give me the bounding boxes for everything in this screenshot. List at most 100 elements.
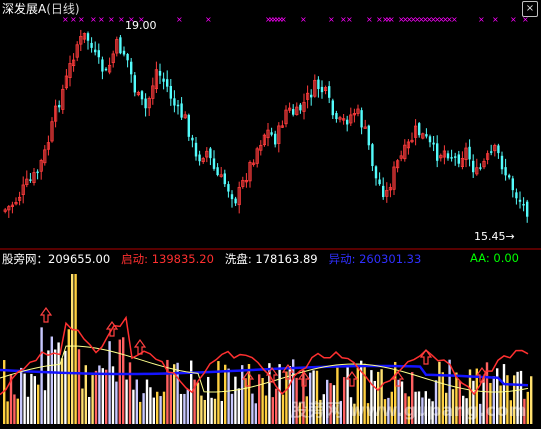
indicator-bar bbox=[91, 375, 94, 424]
candle-body-down bbox=[331, 100, 334, 116]
indicator-bar bbox=[139, 401, 142, 424]
indicator-bar bbox=[54, 349, 57, 424]
candle-body-down bbox=[212, 158, 216, 169]
indicator-bar bbox=[26, 396, 30, 424]
candle-body-down bbox=[292, 109, 295, 115]
candle-body-down bbox=[187, 114, 190, 137]
indicator-bar bbox=[179, 393, 183, 424]
candle-body-down bbox=[97, 50, 100, 58]
signal-marker: × bbox=[108, 15, 115, 24]
signal-marker: × bbox=[90, 15, 97, 24]
candle-body-down bbox=[223, 173, 226, 185]
candle-body-down bbox=[446, 153, 450, 159]
indicator-bar bbox=[237, 388, 240, 424]
indicator-bar bbox=[162, 391, 166, 424]
signal-marker: × bbox=[118, 15, 125, 24]
signal-marker: × bbox=[366, 15, 373, 24]
indicator-bar bbox=[281, 394, 285, 424]
indicator-bar bbox=[23, 373, 26, 424]
candle-body-down bbox=[299, 104, 302, 111]
indicator-bar bbox=[43, 390, 47, 424]
candle-body-down bbox=[101, 59, 104, 72]
indicator-bar bbox=[152, 397, 155, 424]
wash-label: 洗盘: bbox=[224, 252, 252, 266]
indicator-bar bbox=[64, 350, 67, 424]
candle-body-down bbox=[270, 132, 273, 135]
indicator-bar bbox=[47, 350, 50, 424]
candle-body-down bbox=[346, 119, 349, 125]
indicator-legend: 股旁网：209655.00 启动: 139835.20 洗盘: 178163.8… bbox=[2, 251, 421, 267]
candle-body-down bbox=[29, 179, 32, 181]
candle-body-down bbox=[209, 148, 212, 159]
candle-body-down bbox=[432, 142, 435, 145]
stock-chart: × × × × × × × × × × × ×××××× × × × × × × ××× ××××××××××××××… bbox=[0, 15, 541, 424]
candle-body-down bbox=[508, 175, 511, 178]
indicator-bar bbox=[210, 397, 213, 424]
indicator-bar bbox=[6, 401, 9, 424]
candle-body-down bbox=[94, 49, 97, 53]
indicator-bar bbox=[81, 388, 84, 424]
candle-body-down bbox=[58, 105, 61, 108]
indicator-bar bbox=[60, 358, 64, 424]
indicator-bar bbox=[128, 362, 132, 424]
indicator-bar bbox=[220, 400, 223, 424]
candle-body-down bbox=[126, 54, 129, 61]
signal-marker: × bbox=[280, 15, 287, 24]
candle-body-down bbox=[194, 142, 198, 157]
indicator-bar bbox=[241, 365, 244, 424]
candlesticks bbox=[3, 29, 529, 223]
indicator-bar bbox=[115, 381, 118, 424]
candle-body-down bbox=[122, 50, 126, 55]
candle-body-down bbox=[104, 68, 108, 71]
candle-body-down bbox=[216, 167, 219, 176]
indicator-bar bbox=[74, 274, 77, 424]
candle-body-down bbox=[335, 113, 338, 120]
indicator-bar bbox=[16, 398, 19, 424]
indicator-bar bbox=[261, 378, 264, 424]
high-price-label: 19.00 bbox=[125, 19, 157, 32]
signal-marker: × bbox=[492, 15, 499, 24]
candle-body-down bbox=[511, 178, 514, 191]
signal-marker: × bbox=[522, 15, 529, 24]
indicator-bar bbox=[94, 370, 98, 424]
move-value: 260301.33 bbox=[359, 252, 422, 266]
candle-body-down bbox=[515, 192, 518, 199]
indicator-bar bbox=[200, 395, 203, 424]
candle-body-down bbox=[158, 70, 162, 76]
candle-body-down bbox=[518, 199, 522, 202]
low-price-label: 15.45→ bbox=[474, 230, 515, 243]
indicator-bar bbox=[271, 397, 274, 424]
indicator-bar bbox=[213, 398, 217, 424]
signal-marker: × bbox=[78, 15, 85, 24]
candle-body-down bbox=[173, 98, 176, 106]
candle-body-down bbox=[198, 154, 201, 162]
candle-body-down bbox=[162, 78, 165, 82]
indicator-bar bbox=[254, 403, 257, 424]
indicator-bar bbox=[230, 393, 234, 424]
candle-body-down bbox=[526, 201, 529, 217]
candle-body-down bbox=[374, 166, 378, 179]
indicator-bar bbox=[71, 274, 74, 424]
watermark: 股旁网 www.gupang.com bbox=[290, 401, 527, 421]
indicator-bar bbox=[530, 376, 533, 424]
indicator-bar bbox=[37, 384, 40, 424]
indicator-bar bbox=[13, 394, 16, 424]
wash-value: 178163.89 bbox=[255, 252, 318, 266]
indicator-bar bbox=[108, 341, 111, 424]
indicator-bar bbox=[156, 391, 159, 424]
indicator-bar bbox=[234, 376, 237, 424]
signal-marker: × bbox=[451, 15, 458, 24]
candle-body-down bbox=[378, 179, 381, 185]
indicator-bar bbox=[149, 387, 152, 424]
indicator-bar bbox=[118, 339, 121, 424]
signal-marker: × bbox=[478, 15, 485, 24]
indicator-bar bbox=[264, 395, 268, 424]
arrow-icon: → bbox=[505, 230, 515, 243]
candle-body-down bbox=[504, 167, 507, 176]
indicator-bar bbox=[122, 337, 125, 424]
candle-body-down bbox=[90, 42, 93, 48]
candle-body-down bbox=[230, 194, 234, 200]
indicator-bar bbox=[258, 374, 261, 424]
indicator-bar bbox=[105, 369, 108, 424]
candle-body-down bbox=[425, 134, 428, 137]
